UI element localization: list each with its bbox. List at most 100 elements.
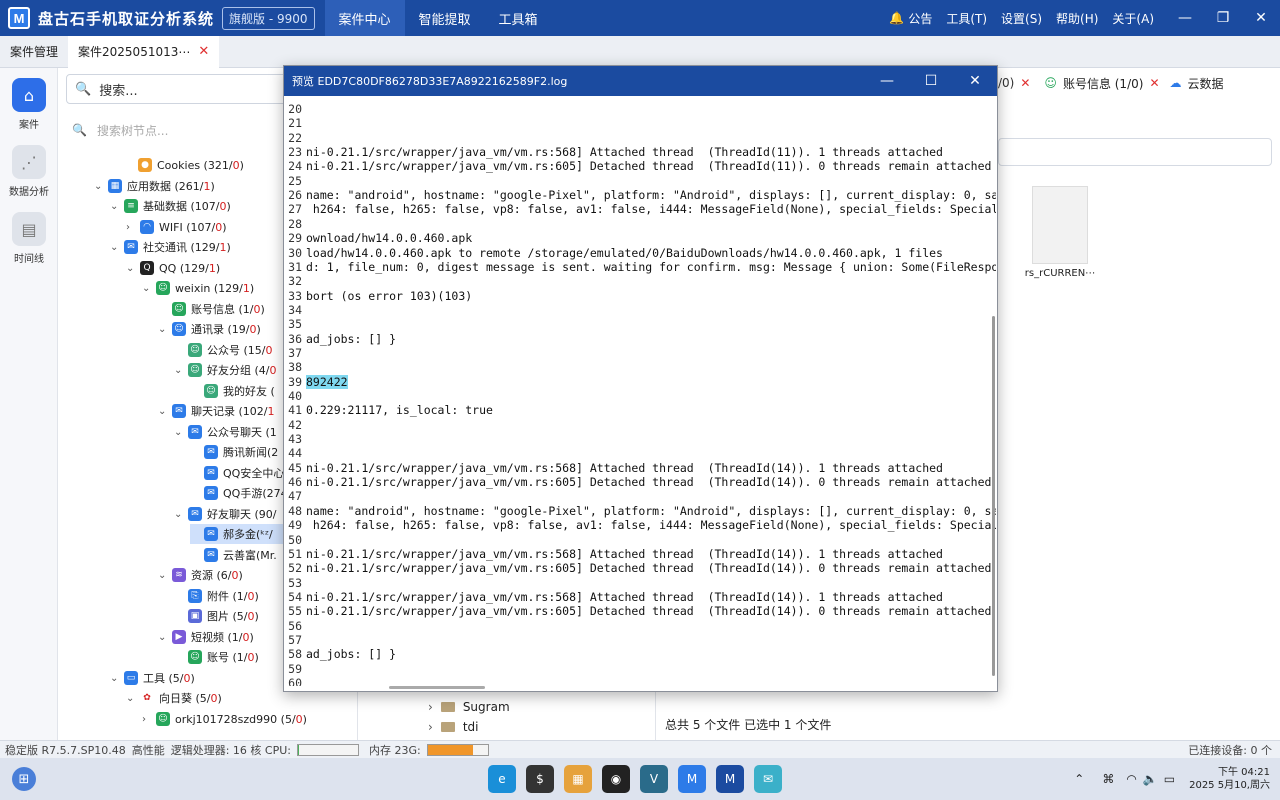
tree-node[interactable]: ✉ 云善富(Mr. — [190, 545, 277, 565]
search-icon: 🔍 — [75, 81, 92, 97]
tree-node[interactable]: ⌄ ✉ 公众号聊天 (1 — [174, 422, 277, 442]
node-count: 0 — [247, 589, 255, 603]
input-method-icon[interactable]: ⌘ — [1102, 772, 1114, 786]
menu-settings[interactable]: 设置(S) — [1001, 10, 1042, 27]
bell-icon[interactable]: 🔔 — [889, 11, 904, 25]
tree-node[interactable]: ⌄ Q QQ (129/1) — [126, 258, 220, 278]
minimize-icon[interactable]: — — [1166, 10, 1204, 26]
maximize-icon[interactable]: ☐ — [909, 73, 953, 89]
chevron-up-icon[interactable]: ⌃ — [1074, 772, 1084, 786]
tree-node[interactable]: ✉ 腾讯新闻(2 — [190, 442, 278, 462]
tree-node[interactable]: ⌄ ☺ 好友分组 (4/0 — [174, 360, 277, 380]
tree-filter-placeholder: 搜索树节点... — [96, 123, 169, 138]
tree-node[interactable]: ✉ QQ安全中心 — [190, 463, 284, 483]
tree-node[interactable]: ⌄ ▭ 工具 (5/0) — [110, 668, 195, 688]
tree-node[interactable]: ⌄ ▦ 应用数据 (261/1) — [94, 176, 215, 196]
sidebar-item-case[interactable]: ⌂ 案件 — [0, 78, 58, 131]
tab-partial-label[interactable]: /0) — [998, 76, 1014, 90]
tree-node[interactable]: ● Cookies (321/0) — [124, 155, 244, 175]
tab-cloud-data[interactable]: 云数据 — [1188, 75, 1224, 92]
tree-node[interactable]: ⌄ ≡ 基础数据 (107/0) — [110, 196, 231, 216]
horizontal-scrollbar[interactable] — [389, 686, 485, 689]
tree-node[interactable]: ✉ QQ手游(274 — [190, 483, 288, 503]
line-number: 35 — [288, 317, 302, 332]
tree-node[interactable]: ☺ 账号信息 (1/0) — [158, 299, 265, 319]
folder-item[interactable]: › tdi — [428, 717, 510, 737]
app-title: 盘古石手机取证分析系统 — [38, 9, 215, 28]
close-icon[interactable]: ✕ — [1149, 76, 1159, 90]
close-icon[interactable]: ✕ — [198, 44, 209, 59]
log-line: ownload/hw14.0.0.460.apk — [306, 231, 473, 246]
terminal-icon[interactable]: $ — [526, 765, 554, 793]
volume-icon[interactable]: 🔈 — [1143, 772, 1158, 786]
forensics-app-icon[interactable]: M — [678, 765, 706, 793]
tab-case-management[interactable]: 案件管理 — [0, 36, 68, 68]
nav-smart-extract[interactable]: 智能提取 — [405, 0, 485, 36]
obs-icon[interactable]: ◉ — [602, 765, 630, 793]
tree-node[interactable]: ⎘ 附件 (1/0) — [174, 586, 259, 606]
tree-node[interactable]: ⌄ ✉ 好友聊天 (90/ — [174, 504, 277, 524]
forensics-app-active-icon[interactable]: M — [716, 765, 744, 793]
chat-icon: ✉ — [188, 425, 202, 439]
tree-node[interactable]: › ☺ orkj101728szd990 (5/0) — [142, 709, 307, 729]
mail-icon[interactable]: ✉ — [754, 765, 782, 793]
nav-case-center[interactable]: 案件中心 — [324, 0, 405, 36]
sidebar-item-timeline[interactable]: ▤ 时间线 — [0, 212, 58, 265]
tree-node[interactable]: ⌄ ✉ 社交通讯 (129/1) — [110, 237, 231, 257]
node-label: 聊天记录 (102/ — [191, 405, 268, 418]
right-tab-strip: /0) ✕ ☺ 账号信息 (1/0) ✕ ☁ 云数据 — [998, 68, 1280, 98]
tree-node[interactable]: ⌄ ✿ 向日葵 (5/0) — [126, 688, 222, 708]
cpu-label: 逻辑处理器: 16 核 CPU: — [170, 743, 291, 757]
clock[interactable]: 下午 04:21 2025 5月10,周六 — [1189, 766, 1270, 792]
tree-node[interactable]: ☺ 我的好友 ( — [190, 381, 275, 401]
menu-tools[interactable]: 工具(T) — [946, 10, 987, 27]
line-number: 45 — [288, 460, 302, 475]
node-count: 1 — [242, 281, 250, 295]
close-icon[interactable]: ✕ — [1242, 10, 1280, 26]
wifi-icon[interactable]: ◠ — [1126, 772, 1136, 786]
file-icon[interactable] — [1032, 186, 1088, 264]
file-name[interactable]: rs_rCURREN⋯ — [1020, 268, 1100, 279]
app-icon[interactable]: V — [640, 765, 668, 793]
tree-node[interactable]: ☺ 公众号 (15/0 — [174, 340, 273, 360]
menu-announcement[interactable]: 公告 — [908, 10, 932, 27]
node-suffix: ) — [254, 609, 259, 623]
path-input[interactable] — [998, 138, 1272, 166]
battery-icon[interactable]: ▭ — [1164, 772, 1175, 786]
log-content[interactable]: 20 21 22 23 ni-0.21.1/src/wrapper/java_vm/vm… — [284, 96, 996, 686]
version-label: 稳定版 R7.5.7.SP10.48 — [5, 743, 126, 757]
windows-start-icon[interactable]: ⊞ — [12, 767, 36, 791]
nav-toolbox[interactable]: 工具箱 — [485, 0, 552, 36]
tree-node[interactable]: ☺ 账号 (1/0) — [174, 647, 259, 667]
sidebar-item-analysis[interactable]: ⋰ 数据分析 — [0, 145, 58, 198]
vertical-scrollbar[interactable] — [992, 316, 995, 676]
line-number: 29 — [288, 231, 302, 246]
tree-node[interactable]: ⌄ ☺ weixin (129/1) — [142, 278, 254, 298]
tree-node[interactable]: ⌄ ≋ 资源 (6/0) — [158, 565, 243, 585]
edge-icon[interactable]: e — [488, 765, 516, 793]
tree-node[interactable]: ▣ 图片 (5/0) — [174, 606, 259, 626]
tree-node[interactable]: ⌄ ☺ 通讯录 (19/0) — [158, 319, 261, 339]
minimize-icon[interactable]: — — [865, 73, 909, 89]
close-icon[interactable]: ✕ — [1020, 76, 1030, 90]
menu-about[interactable]: 关于(A) — [1112, 10, 1154, 27]
node-suffix: ) — [210, 179, 215, 193]
search-input[interactable]: 🔍 搜索... — [66, 74, 296, 104]
folder-item[interactable]: › Sugram — [428, 697, 510, 717]
restore-icon[interactable]: ❐ — [1204, 10, 1242, 26]
cpu-usage-fill — [298, 744, 300, 755]
search-placeholder: 搜索... — [99, 83, 138, 99]
clock-time: 下午 04:21 — [1218, 767, 1270, 778]
close-icon[interactable]: ✕ — [953, 73, 997, 89]
tree-node[interactable]: ⌄ ✉ 聊天记录 (102/1 — [158, 401, 275, 421]
node-suffix: ) — [215, 261, 221, 275]
store-icon[interactable]: ▦ — [564, 765, 592, 793]
menu-help[interactable]: 帮助(H) — [1056, 10, 1098, 27]
tab-account-info[interactable]: 账号信息 (1/0) — [1063, 75, 1144, 92]
status-bar: 稳定版 R7.5.7.SP10.48 高性能 逻辑处理器: 16 核 CPU: … — [0, 740, 1280, 758]
tree-node[interactable]: › ◠ WIFI (107/0) — [126, 217, 226, 237]
top-nav: 案件中心 智能提取 工具箱 — [324, 0, 552, 36]
tree-node[interactable]: ⌄ ▶ 短视频 (1/0) — [158, 627, 254, 647]
log-line: ad_jobs: [] } — [306, 331, 397, 346]
tab-case-detail[interactable]: 案件2025051013⋯ ✕ — [68, 35, 220, 68]
